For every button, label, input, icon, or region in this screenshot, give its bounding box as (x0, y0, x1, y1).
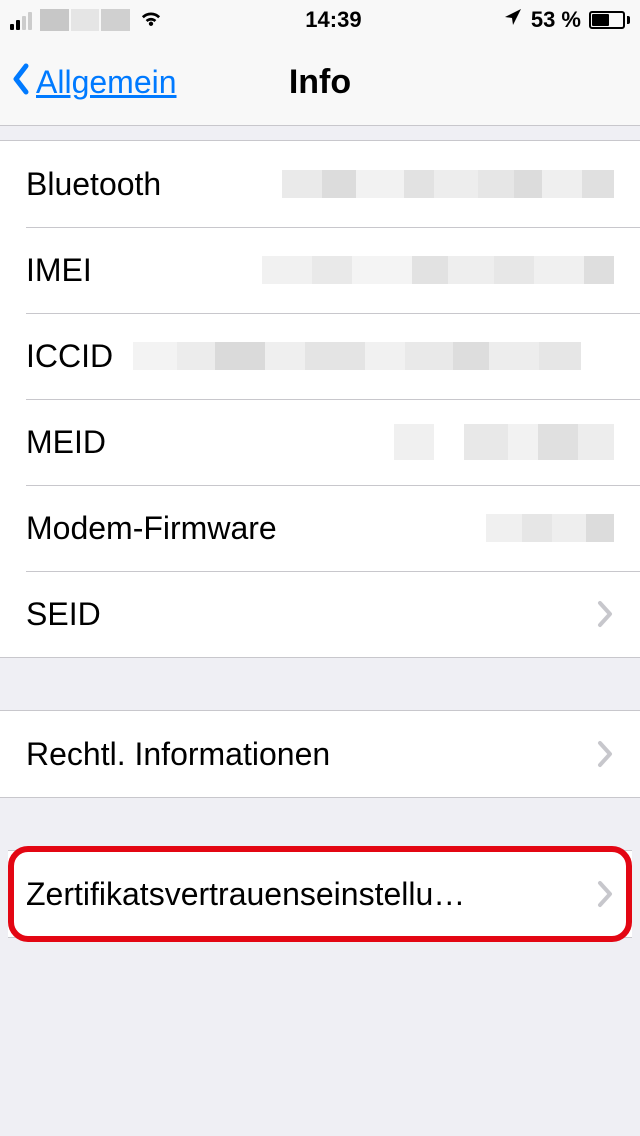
status-bar: 14:39 53 % (0, 0, 640, 40)
back-button[interactable]: Allgemein (0, 62, 177, 104)
highlighted-row-wrap: Zertifikatsvertrauenseinstellu… (0, 850, 640, 938)
row-label: IMEI (26, 252, 92, 289)
cellular-signal-icon (10, 10, 32, 30)
group-spacer (0, 938, 640, 952)
row-legal[interactable]: Rechtl. Informationen (0, 711, 640, 797)
row-label: ICCID (26, 338, 113, 375)
status-right: 53 % (503, 7, 630, 33)
battery-icon (589, 11, 630, 29)
value-redacted (133, 342, 581, 370)
row-cert-trust[interactable]: Zertifikatsvertrauenseinstellu… (8, 851, 632, 937)
value-redacted (282, 170, 614, 198)
content: Bluetooth IMEI ICCID MEID Modem-Firmware (0, 126, 640, 1136)
row-iccid: ICCID (0, 313, 640, 399)
row-label: MEID (26, 424, 106, 461)
chevron-right-icon (596, 599, 614, 629)
info-group: Bluetooth IMEI ICCID MEID Modem-Firmware (0, 140, 640, 658)
group-spacer (0, 798, 640, 850)
row-meid: MEID (0, 399, 640, 485)
value-redacted (486, 514, 614, 542)
legal-group: Rechtl. Informationen (0, 710, 640, 798)
back-label: Allgemein (36, 64, 177, 101)
row-modem-firmware: Modem-Firmware (0, 485, 640, 571)
row-label: Bluetooth (26, 166, 161, 203)
location-icon (503, 7, 523, 33)
row-label: Zertifikatsvertrauenseinstellu… (26, 876, 465, 913)
nav-bar: Allgemein Info (0, 40, 640, 126)
chevron-right-icon (596, 739, 614, 769)
group-spacer (0, 658, 640, 710)
status-time: 14:39 (164, 7, 503, 33)
wifi-icon (138, 7, 164, 33)
row-seid[interactable]: SEID (0, 571, 640, 657)
chevron-left-icon (10, 62, 32, 104)
cert-group: Zertifikatsvertrauenseinstellu… (8, 850, 632, 938)
chevron-right-icon (596, 879, 614, 909)
row-imei: IMEI (0, 227, 640, 313)
row-bluetooth: Bluetooth (0, 141, 640, 227)
status-left (10, 7, 164, 33)
row-label: SEID (26, 596, 101, 633)
carrier-redacted (40, 9, 130, 31)
battery-percent: 53 % (531, 7, 581, 33)
value-redacted (394, 424, 614, 460)
value-redacted (262, 256, 614, 284)
row-label: Modem-Firmware (26, 510, 277, 547)
group-spacer (0, 126, 640, 140)
row-label: Rechtl. Informationen (26, 736, 330, 773)
